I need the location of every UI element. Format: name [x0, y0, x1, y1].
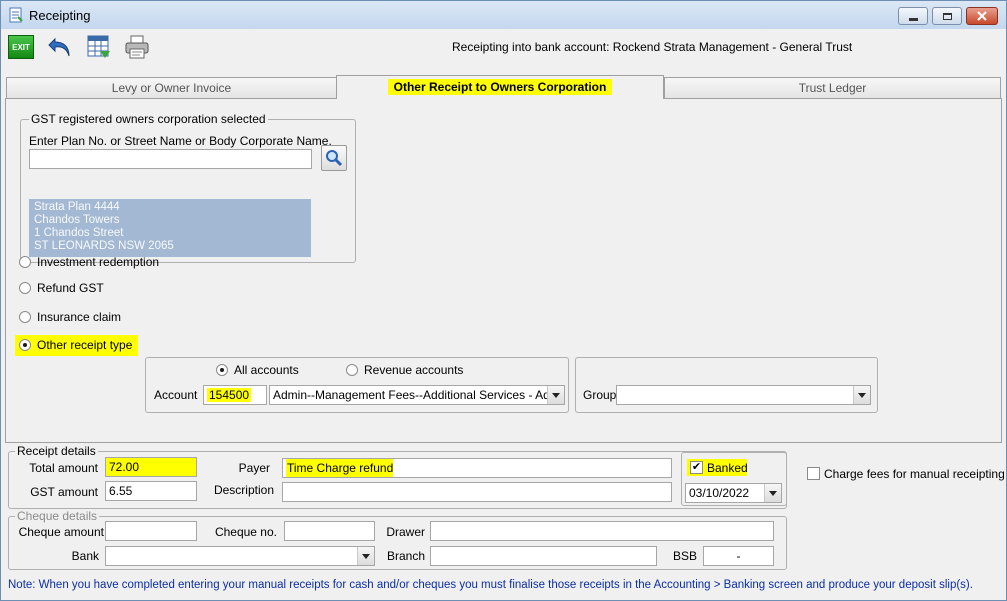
maximize-button[interactable] [932, 7, 962, 25]
tab-levy-owner-invoice[interactable]: Levy or Owner Invoice [6, 77, 337, 99]
radio-label: All accounts [234, 363, 299, 377]
radio-label: Other receipt type [37, 338, 133, 352]
account-selection-group: All accounts Revenue accounts Account 15… [145, 357, 569, 413]
undo-icon [48, 37, 70, 57]
footer-note: Note: When you have completed entering y… [8, 579, 973, 591]
owners-corp-search-input[interactable] [29, 149, 312, 169]
account-code-value: 154500 [207, 388, 252, 402]
charge-fees-checkbox[interactable] [807, 467, 820, 480]
description-input[interactable] [282, 482, 672, 502]
drawer-label: Drawer [386, 525, 425, 539]
spreadsheet-icon [87, 35, 110, 58]
account-label: Account [154, 388, 198, 402]
radio-dot [19, 282, 31, 294]
group-selection-group: Group [575, 357, 878, 413]
close-icon [977, 11, 987, 21]
window-title: Receipting [29, 8, 91, 23]
radio-dot [346, 364, 358, 376]
bank-select[interactable] [105, 546, 375, 566]
drawer-input[interactable] [430, 521, 774, 541]
total-amount-input[interactable]: 72.00 [105, 457, 197, 477]
account-name-value: Admin--Management Fees--Additional Servi… [273, 388, 565, 402]
tab-trust-ledger[interactable]: Trust Ledger [664, 77, 1001, 99]
exit-button[interactable]: EXIT [7, 33, 35, 61]
maximize-icon [942, 12, 952, 20]
gst-amount-label: GST amount [30, 485, 98, 499]
chevron-down-icon [357, 547, 374, 565]
gst-amount-input[interactable]: 6.55 [105, 481, 197, 501]
minimize-icon [908, 17, 918, 21]
radio-label: Revenue accounts [364, 363, 464, 377]
chevron-down-icon [764, 484, 781, 502]
banked-checkbox[interactable]: ✔ [690, 461, 703, 474]
group-label: Group [583, 388, 617, 402]
chevron-down-icon [547, 386, 564, 404]
close-button[interactable] [966, 7, 998, 25]
owners-corp-group-label: GST registered owners corporation select… [29, 112, 268, 126]
search-icon [326, 150, 343, 167]
radio-dot [19, 339, 31, 351]
payer-value: Time Charge refund [286, 459, 394, 477]
account-code-input[interactable]: 154500 [203, 385, 267, 405]
radio-investment-redemption[interactable]: Investment redemption [19, 255, 159, 269]
banked-date-picker[interactable]: 03/10/2022 [685, 483, 782, 503]
printer-icon [125, 35, 149, 59]
radio-all-accounts[interactable]: All accounts [216, 363, 299, 377]
chevron-down-icon [853, 386, 870, 404]
address-line: Strata Plan 4444 [34, 201, 120, 213]
branch-label: Branch [386, 549, 425, 563]
search-button[interactable] [321, 145, 347, 171]
charge-fees-label: Charge fees for manual receipting [824, 467, 1005, 481]
bsb-input[interactable]: - [703, 546, 774, 566]
address-line: 1 Chandos Street [34, 227, 124, 239]
radio-other-receipt-type[interactable]: Other receipt type [15, 335, 139, 356]
receipt-details-label: Receipt details [15, 444, 98, 458]
receipting-window: Receipting EXIT Receipting into bank acc… [0, 0, 1007, 601]
exit-icon: EXIT [8, 35, 34, 59]
cheque-no-input[interactable] [284, 521, 375, 541]
radio-dot [216, 364, 228, 376]
tab-panel-other-receipt: GST registered owners corporation select… [5, 98, 1002, 443]
radio-label: Insurance claim [37, 310, 122, 324]
banked-date-value: 03/10/2022 [689, 486, 750, 500]
tab-other-receipt-label: Other Receipt to Owners Corporation [387, 79, 613, 95]
cheque-amount-input[interactable] [105, 521, 197, 541]
spreadsheet-button[interactable] [85, 33, 113, 61]
payer-label: Payer [238, 461, 270, 475]
group-select[interactable] [616, 385, 871, 405]
bank-label: Bank [71, 549, 99, 563]
checkmark-icon: ✔ [691, 461, 702, 473]
exit-label: EXIT [12, 42, 30, 52]
payer-input[interactable]: Time Charge refund [282, 458, 672, 478]
account-name-select[interactable]: Admin--Management Fees--Additional Servi… [269, 385, 565, 405]
radio-label: Investment redemption [37, 255, 160, 269]
radio-revenue-accounts[interactable]: Revenue accounts [346, 363, 463, 377]
title-bar: Receipting [1, 1, 1006, 29]
minimize-button[interactable] [898, 7, 928, 25]
app-icon [8, 7, 24, 23]
banked-label: Banked [707, 461, 748, 475]
radio-dot [19, 256, 31, 268]
search-label: Enter Plan No. or Street Name or Body Co… [29, 134, 332, 148]
address-line: Chandos Towers [34, 214, 120, 226]
address-line: ST LEONARDS NSW 2065 [34, 240, 174, 252]
cheque-details-label: Cheque details [15, 509, 100, 523]
cheque-no-label: Cheque no. [214, 525, 277, 539]
radio-insurance-claim[interactable]: Insurance claim [19, 310, 121, 324]
branch-input[interactable] [430, 546, 657, 566]
radio-refund-gst[interactable]: Refund GST [19, 281, 104, 295]
cheque-amount-label: Cheque amount [18, 525, 104, 539]
bank-account-text: Receipting into bank account: Rockend St… [452, 40, 853, 54]
undo-button[interactable] [46, 33, 74, 61]
radio-label: Refund GST [37, 281, 104, 295]
tab-other-receipt[interactable]: Other Receipt to Owners Corporation [336, 75, 664, 99]
total-amount-label: Total amount [29, 461, 98, 475]
radio-dot [19, 311, 31, 323]
receipt-tabs: Levy or Owner Invoice Other Receipt to O… [5, 75, 1002, 443]
description-label: Description [213, 483, 274, 497]
bsb-label: BSB [672, 549, 697, 563]
owners-corp-address[interactable]: Strata Plan 4444 Chandos Towers 1 Chando… [29, 199, 311, 257]
print-button[interactable] [123, 33, 151, 61]
